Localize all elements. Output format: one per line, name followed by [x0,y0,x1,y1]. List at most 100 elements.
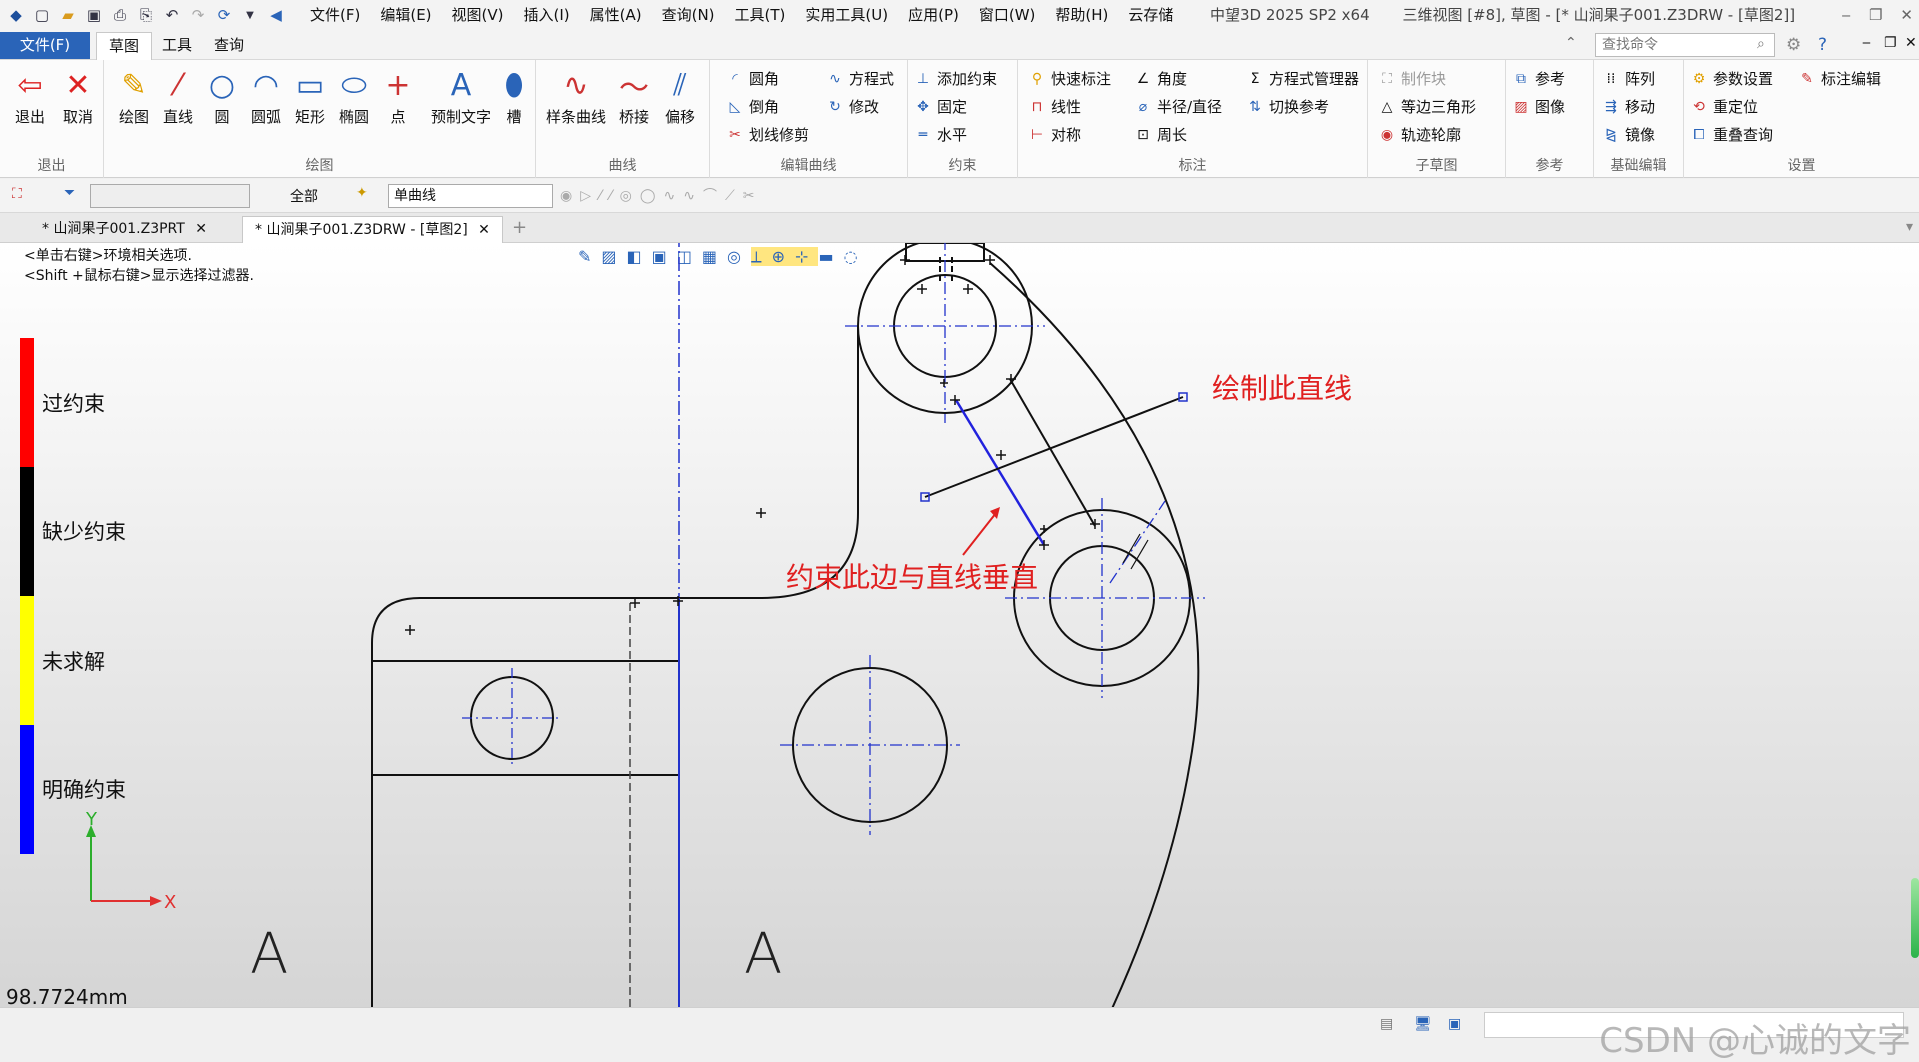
qat-dropdown-icon[interactable]: ▼ [240,5,260,25]
filter-all-label[interactable]: 全部 [290,186,318,206]
menu-query[interactable]: 查询(N) [652,0,725,30]
switch-reference-button[interactable]: ⇅ 切换参考 [1246,96,1329,117]
ellipse-button[interactable]: ⬭ 椭圆 [330,66,378,127]
menu-tools[interactable]: 工具(T) [725,0,796,30]
array-button[interactable]: ⁞⁞ 阵列 [1602,68,1655,89]
doc-minimize-icon[interactable]: ‒ [1862,35,1871,51]
sketch-canvas[interactable]: <单击右键>环境相关选项. <Shift +鼠标右键>显示选择过滤器. ✎▨◧▣… [0,243,1919,1007]
reposition-button[interactable]: ⟲ 重定位 [1690,96,1758,117]
menu-edit[interactable]: 编辑(E) [370,0,441,30]
undo-icon[interactable]: ↶ [162,5,182,25]
pick-icon[interactable]: ✦ [356,185,368,201]
print-icon[interactable]: ⎙ [110,5,130,25]
exit-button[interactable]: ⇦ 退出 [6,66,54,127]
equation-button[interactable]: ∿ 方程式 [826,68,894,89]
menu-view[interactable]: 视图(V) [442,0,514,30]
help-icon[interactable]: ? [1818,35,1827,55]
status-monitor-icon[interactable]: 🖥 [1414,1016,1432,1032]
fix-button[interactable]: ✥ 固定 [914,96,967,117]
select-filter-icon[interactable]: ⛶ [12,186,22,202]
line-button[interactable]: ⁄ 直线 [154,66,202,127]
move-button[interactable]: ⇶ 移动 [1602,96,1655,117]
tab-tools[interactable]: 工具 [150,32,204,60]
param-settings-button[interactable]: ⚙ 参数设置 [1690,68,1773,89]
doc-restore-icon[interactable]: ❐ [1884,35,1897,51]
overlap-query-button[interactable]: ⧠ 重叠查询 [1690,124,1773,145]
dim-edit-button[interactable]: ✎ 标注编辑 [1798,68,1881,89]
track-profile-button[interactable]: ◉ 轨迹轮廓 [1378,124,1461,145]
bridge-button[interactable]: 〜桥接 [610,66,658,127]
print-preview-icon[interactable]: ⎘ [136,5,156,25]
y-axis-label: Y [85,809,98,830]
new-file-icon[interactable]: ▢ [32,5,52,25]
collapse-ribbon-icon[interactable]: ⌃ [1565,35,1577,51]
close-tab-icon[interactable]: ✕ [195,221,207,237]
arc-button[interactable]: ◠ 圆弧 [242,66,290,127]
tab-query[interactable]: 查询 [202,32,256,60]
status-window-icon[interactable]: ▣ [1448,1016,1461,1032]
save-icon[interactable]: ▣ [84,5,104,25]
equilateral-triangle-button[interactable]: △ 等边三角形 [1378,96,1476,117]
equation-manager-button[interactable]: Σ 方程式管理器 [1246,68,1359,89]
fillet-button[interactable]: ◜ 圆角 [726,68,779,89]
linear-dim-button[interactable]: ⊓ 线性 [1028,96,1081,117]
circle-button[interactable]: ○ 圆 [198,66,246,127]
radius-dim-button[interactable]: ⌀ 半径/直径 [1134,96,1222,117]
menu-apps[interactable]: 应用(P) [898,0,969,30]
chamfer-button[interactable]: ◺ 倒角 [726,96,779,117]
menu-cloud[interactable]: 云存储 [1118,0,1183,30]
close-button[interactable]: ✕ [1900,0,1913,30]
menu-window[interactable]: 窗口(W) [969,0,1046,30]
tab-sketch[interactable]: 草图 [96,32,153,60]
open-file-icon[interactable]: ▰ [58,5,78,25]
make-block-button[interactable]: ⛶ 制作块 [1378,68,1446,89]
doc-tab-drawing[interactable]: * 山涧果子001.Z3DRW - [草图2] ✕ [242,216,503,243]
quick-dim-button[interactable]: ⚲ 快速标注 [1028,68,1111,89]
filter-funnel-icon[interactable]: ⏷ [64,185,75,201]
zoom-indicator[interactable] [1911,878,1919,958]
menu-utilities[interactable]: 实用工具(U) [795,0,898,30]
restore-button[interactable]: ❐ [1869,0,1882,30]
offset-button[interactable]: ⫽ 偏移 [656,66,704,127]
menu-attribute[interactable]: 属性(A) [580,0,652,30]
horizontal-button[interactable]: ═ 水平 [914,124,967,145]
minimize-button[interactable]: ‒ [1841,0,1851,30]
preset-text-button[interactable]: A 预制文字 [426,66,496,127]
doc-close-icon[interactable]: ✕ [1905,35,1917,51]
tab-list-icon[interactable]: ▾ [1906,219,1913,235]
add-tab-icon[interactable]: + [512,217,527,238]
point-button[interactable]: + 点 [374,66,422,127]
slot-button[interactable]: ⬮ 槽 [490,66,538,127]
image-button[interactable]: ▨ 图像 [1512,96,1565,117]
sketch-drawing[interactable]: Y X 绘制此直线 约束此边与直线垂直 A A [0,243,1919,1007]
menu-help[interactable]: 帮助(H) [1045,0,1118,30]
symmetric-dim-button[interactable]: ⊢ 对称 [1028,124,1081,145]
rectangle-button[interactable]: ▭ 矩形 [286,66,334,127]
trim-button[interactable]: ✂ 划线修剪 [726,124,809,145]
file-tab[interactable]: 文件(F) [0,32,90,59]
menu-insert[interactable]: 插入(I) [514,0,580,30]
settings-gear-icon[interactable]: ⚙ [1786,35,1801,55]
close-tab-icon[interactable]: ✕ [478,222,490,238]
cancel-button[interactable]: ✕ 取消 [54,66,102,127]
back-arrow-icon[interactable]: ◀ [266,5,286,25]
modify-button[interactable]: ↻ 修改 [826,96,879,117]
app-logo-icon[interactable]: ◆ [6,5,26,25]
draw-button[interactable]: ✎ 绘图 [110,66,158,127]
mirror-button[interactable]: ⧎ 镜像 [1602,124,1655,145]
spline-button[interactable]: ∿ 样条曲线 [544,66,608,127]
search-input[interactable]: 查找命令 [1595,33,1775,57]
reference-button[interactable]: ⧉ 参考 [1512,68,1565,89]
search-icon[interactable]: ⌕ [1757,36,1765,52]
selected-edge[interactable] [954,399,1046,546]
menu-file[interactable]: 文件(F) [300,0,370,30]
perimeter-dim-button[interactable]: ⊡ 周长 [1134,124,1187,145]
filter-combo[interactable] [90,184,250,208]
curve-mode-select[interactable]: 单曲线 [388,184,553,208]
regen-icon[interactable]: ⟳ [214,5,234,25]
doc-tab-part[interactable]: * 山涧果子001.Z3PRT ✕ [30,216,219,243]
add-constraint-button[interactable]: ⊥ 添加约束 [914,68,997,89]
status-view-icon[interactable]: ▤ [1380,1016,1393,1032]
redo-icon[interactable]: ↷ [188,5,208,25]
angle-dim-button[interactable]: ∠ 角度 [1134,68,1187,89]
